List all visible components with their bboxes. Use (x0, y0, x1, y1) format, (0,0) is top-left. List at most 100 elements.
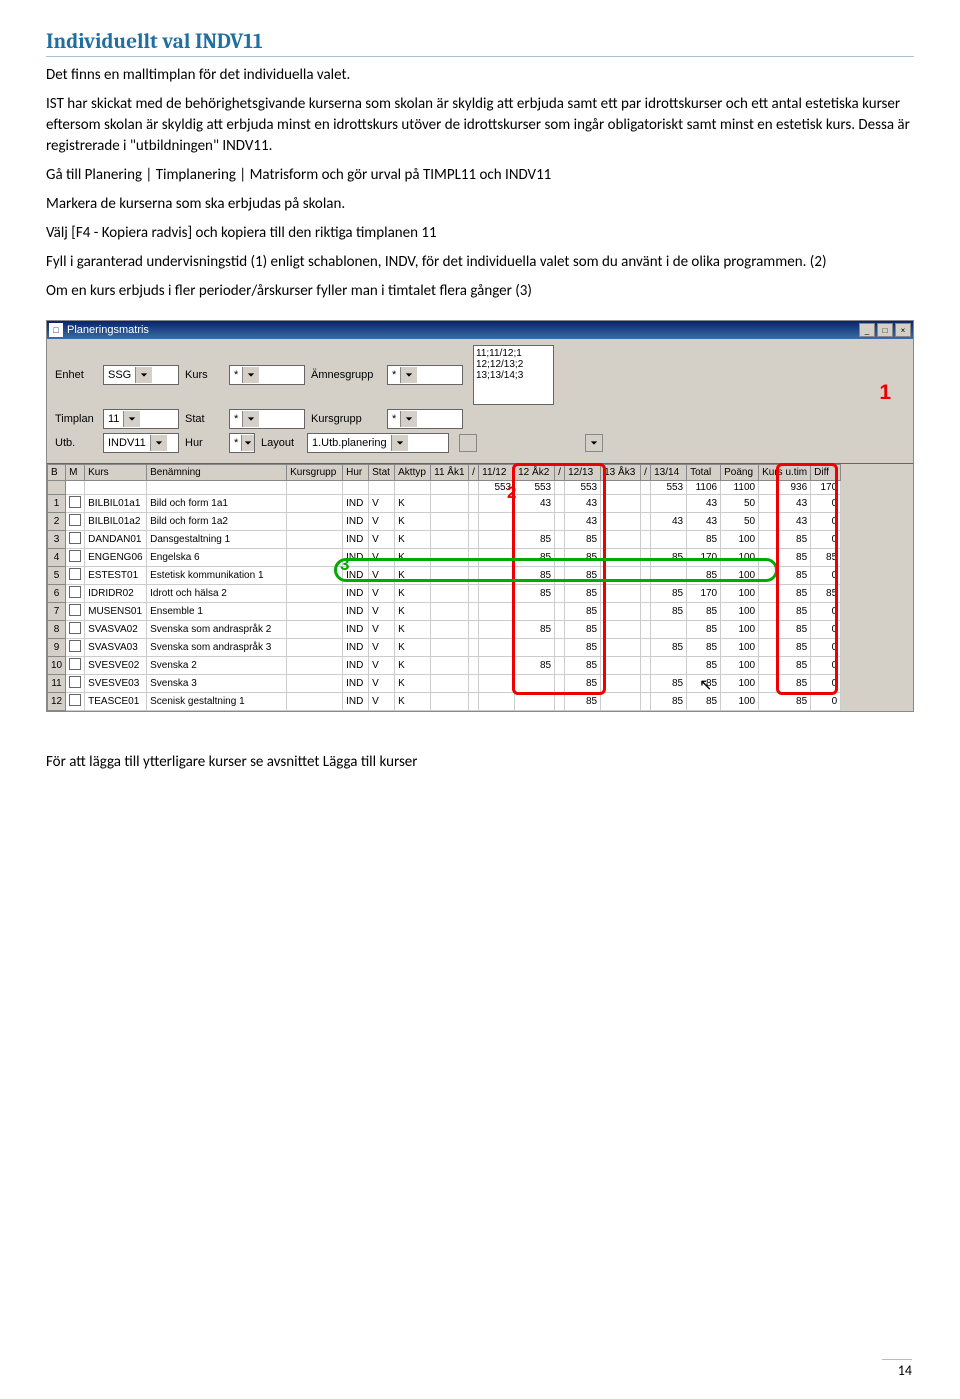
cell[interactable] (469, 531, 479, 549)
cell[interactable] (479, 693, 515, 711)
table-row[interactable]: 8SVASVA02Svenska som andraspråk 2INDVK85… (48, 621, 841, 639)
cell[interactable]: V (369, 693, 395, 711)
timplan-dropdown[interactable]: 11 (103, 409, 179, 429)
cell[interactable] (651, 531, 687, 549)
cell[interactable]: 85 (687, 639, 721, 657)
cell[interactable] (287, 481, 343, 495)
cell[interactable] (287, 639, 343, 657)
column-header[interactable]: / (555, 465, 565, 481)
cell[interactable] (431, 693, 469, 711)
cell[interactable]: Svenska som andraspråk 3 (147, 639, 287, 657)
cell[interactable] (287, 531, 343, 549)
amnesgrupp-dropdown[interactable]: * (387, 365, 463, 385)
checkbox-cell[interactable] (66, 549, 85, 567)
cell[interactable]: DANDAN01 (85, 531, 147, 549)
cell[interactable] (431, 675, 469, 693)
cell[interactable] (555, 603, 565, 621)
cell[interactable]: 100 (721, 693, 759, 711)
cell[interactable]: IND (343, 531, 369, 549)
cell[interactable] (641, 621, 651, 639)
stat-dropdown[interactable]: * (229, 409, 305, 429)
cell[interactable] (431, 549, 469, 567)
cell[interactable] (555, 481, 565, 495)
column-header[interactable]: Diff (811, 465, 841, 481)
cell[interactable]: Svenska som andraspråk 2 (147, 621, 287, 639)
checkbox-cell[interactable] (66, 675, 85, 693)
cell[interactable]: 11 (48, 675, 66, 693)
cell[interactable]: 43 (515, 495, 555, 513)
cell[interactable]: 43 (565, 513, 601, 531)
cell[interactable]: 2 (48, 513, 66, 531)
cell[interactable]: 4 (48, 549, 66, 567)
cell[interactable]: 43 (687, 513, 721, 531)
cell[interactable] (641, 693, 651, 711)
cell[interactable] (601, 567, 641, 585)
cell[interactable] (479, 639, 515, 657)
cell[interactable] (287, 585, 343, 603)
cell[interactable]: 43 (759, 513, 811, 531)
chevron-down-icon[interactable] (400, 367, 417, 383)
cell[interactable] (479, 675, 515, 693)
cell[interactable] (515, 603, 555, 621)
utb-dropdown[interactable]: INDV11 (103, 433, 179, 453)
cell[interactable]: Dansgestaltning 1 (147, 531, 287, 549)
cell[interactable]: 7 (48, 603, 66, 621)
cell[interactable]: 1106 (687, 481, 721, 495)
cell[interactable]: 100 (721, 621, 759, 639)
cell[interactable]: SVASVA03 (85, 639, 147, 657)
cell[interactable]: Engelska 6 (147, 549, 287, 567)
cell[interactable]: Ensemble 1 (147, 603, 287, 621)
cell[interactable]: K (395, 495, 431, 513)
cell[interactable]: 50 (721, 495, 759, 513)
kursgrupp-dropdown[interactable]: * (387, 409, 463, 429)
cell[interactable]: Svenska 3 (147, 675, 287, 693)
cell[interactable]: V (369, 675, 395, 693)
cell[interactable]: 9 (48, 639, 66, 657)
cell[interactable]: Bild och form 1a2 (147, 513, 287, 531)
cell[interactable]: IND (343, 603, 369, 621)
cell[interactable] (641, 495, 651, 513)
cell[interactable] (431, 603, 469, 621)
cell[interactable]: IND (343, 567, 369, 585)
cell[interactable]: 85 (651, 693, 687, 711)
table-row[interactable]: 5ESTEST01Estetisk kommunikation 1INDVK85… (48, 567, 841, 585)
column-header[interactable]: M (66, 465, 85, 481)
cell[interactable]: 100 (721, 603, 759, 621)
cell[interactable]: K (395, 531, 431, 549)
cell[interactable]: 43 (651, 513, 687, 531)
checkbox-cell[interactable] (66, 657, 85, 675)
cell[interactable]: 3 (48, 531, 66, 549)
cell[interactable]: IND (343, 585, 369, 603)
column-header[interactable]: Kurs u.tim (759, 465, 811, 481)
cell[interactable] (515, 693, 555, 711)
column-header[interactable]: 12/13 (565, 465, 601, 481)
column-header[interactable]: 11/12 (479, 465, 515, 481)
cell[interactable] (431, 567, 469, 585)
maximize-button[interactable]: □ (877, 323, 893, 337)
cell[interactable]: 85 (759, 567, 811, 585)
cell[interactable]: 85 (651, 603, 687, 621)
cell[interactable]: 85 (565, 567, 601, 585)
cell[interactable]: 100 (721, 585, 759, 603)
cell[interactable]: 170 (811, 481, 841, 495)
cell[interactable] (469, 481, 479, 495)
checkbox-cell[interactable] (66, 621, 85, 639)
cell[interactable]: V (369, 495, 395, 513)
cell[interactable] (287, 657, 343, 675)
cell[interactable]: 85 (515, 657, 555, 675)
cell[interactable] (479, 495, 515, 513)
table-row[interactable]: 3DANDAN01Dansgestaltning 1INDVK858585100… (48, 531, 841, 549)
cell[interactable]: Bild och form 1a1 (147, 495, 287, 513)
cell[interactable] (641, 657, 651, 675)
cell[interactable]: 85 (687, 621, 721, 639)
cell[interactable]: 85 (565, 603, 601, 621)
cell[interactable]: 85 (565, 639, 601, 657)
cell[interactable]: 100 (721, 657, 759, 675)
cell[interactable]: 0 (811, 693, 841, 711)
table-row[interactable]: 12TEASCE01Scenisk gestaltning 1INDVK8585… (48, 693, 841, 711)
cell[interactable]: IND (343, 549, 369, 567)
cell[interactable]: 85 (759, 621, 811, 639)
cell[interactable]: 0 (811, 639, 841, 657)
cell[interactable] (469, 549, 479, 567)
checkbox-cell[interactable] (66, 567, 85, 585)
